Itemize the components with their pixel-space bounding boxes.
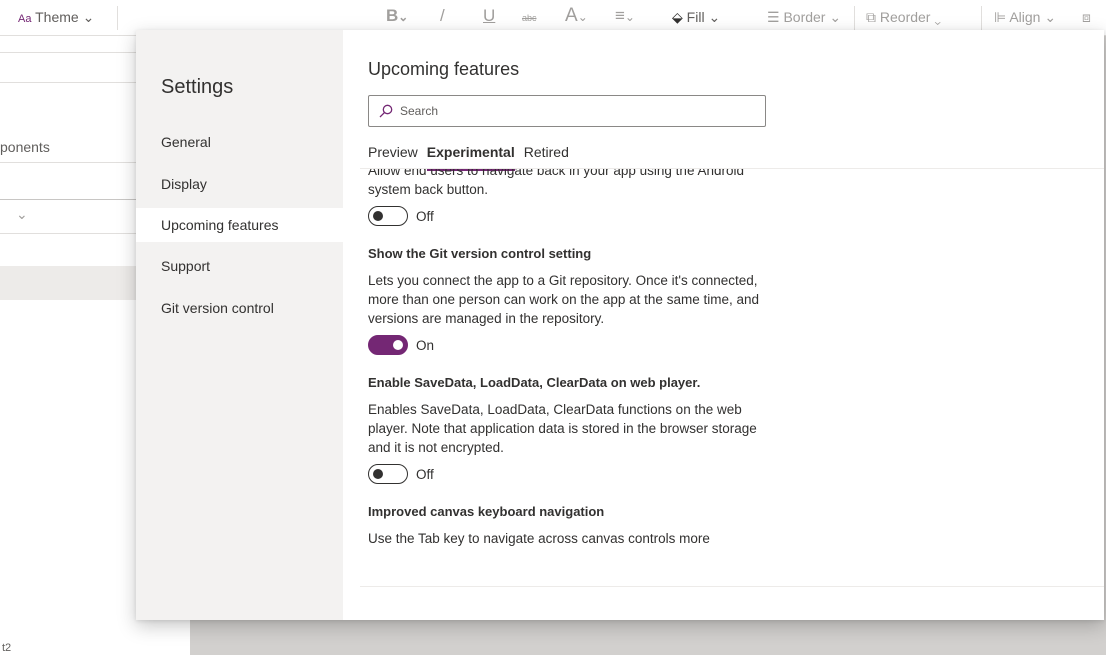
settings-title: Settings — [161, 76, 234, 98]
italic-button[interactable]: / — [440, 6, 445, 26]
feature-toggle[interactable] — [368, 206, 408, 226]
nav-item-git-version-control[interactable]: Git version control — [136, 291, 343, 325]
footer-divider — [360, 586, 1104, 587]
toggle-row: On — [368, 334, 778, 356]
features-list[interactable]: Allow end users to navigate back in your… — [368, 169, 1104, 571]
screen-label: t2 — [2, 642, 12, 654]
toggle-row: Off — [368, 463, 778, 485]
feature-back-button: Allow end users to navigate back in your… — [368, 169, 778, 227]
settings-content: Upcoming features Preview Experimental R… — [343, 30, 1104, 620]
tab-retired[interactable]: Retired — [524, 144, 569, 166]
feature-description: Enables SaveData, LoadData, ClearData fu… — [368, 402, 757, 455]
text-align-button[interactable]: ≡⌄ — [615, 6, 635, 26]
feature-description: Lets you connect the app to a Git reposi… — [368, 273, 759, 326]
bold-label: B — [386, 6, 399, 25]
feature-savedata-web-player: Enable SaveData, LoadData, ClearData on … — [368, 374, 778, 485]
reorder-icon: ⧉ — [866, 9, 876, 25]
toggle-state-label: Off — [416, 208, 434, 224]
text-align-label: ≡ — [615, 6, 625, 25]
divider — [0, 233, 136, 234]
toolbar-divider — [117, 6, 118, 30]
chevron-down-icon: ⌄ — [708, 9, 721, 25]
search-icon — [379, 104, 393, 118]
feature-tabs: Preview Experimental Retired — [368, 144, 578, 171]
nav-item-support[interactable]: Support — [136, 249, 343, 283]
toggle-state-label: Off — [416, 466, 434, 482]
divider — [0, 162, 136, 163]
search-box[interactable] — [368, 95, 766, 127]
align-button[interactable]: ⊫ Align ⌄ — [994, 9, 1056, 26]
underline-label: U — [483, 6, 496, 25]
toggle-knob — [373, 211, 383, 221]
feature-description: Use the Tab key to navigate across canva… — [368, 531, 710, 546]
toggle-state-label: On — [416, 337, 435, 353]
search-input[interactable] — [400, 104, 765, 118]
chevron-down-icon: ⌄ — [82, 9, 95, 25]
underline-button[interactable]: U — [483, 6, 495, 26]
toggle-knob — [373, 469, 383, 479]
border-label: Border — [783, 9, 826, 25]
theme-button[interactable]: Aa Theme ⌄ — [18, 9, 94, 26]
theme-icon: Aa — [18, 13, 32, 25]
settings-dialog: Settings General Display Upcoming featur… — [136, 30, 1104, 620]
chevron-down-icon: ⌄ — [577, 10, 588, 24]
background-canvas-area — [190, 618, 1106, 655]
chevron-down-icon: ⌄ — [1044, 9, 1057, 25]
strikethrough-button[interactable]: abc — [522, 13, 537, 23]
feature-title: Show the Git version control setting — [368, 246, 592, 261]
fill-button[interactable]: ⬙ Fill ⌄ — [672, 9, 720, 26]
feature-keyboard-navigation: Improved canvas keyboard navigation Use … — [368, 503, 778, 548]
chevron-down-icon: ⌄ — [829, 9, 842, 25]
components-tab[interactable]: ponents — [0, 139, 50, 155]
chevron-down-icon: ⌄ — [398, 10, 409, 24]
tab-preview[interactable]: Preview — [368, 144, 418, 166]
toggle-knob — [393, 340, 403, 350]
divider — [0, 82, 136, 83]
feature-git-version-control: Show the Git version control setting Let… — [368, 245, 778, 356]
reorder-label: Reorder — [879, 9, 931, 25]
tab-experimental[interactable]: Experimental — [426, 144, 515, 171]
paint-bucket-icon: ⬙ — [672, 9, 683, 25]
bold-button[interactable]: B⌄ — [386, 6, 408, 26]
feature-description: Allow end users to navigate back in your… — [368, 169, 744, 197]
settings-nav: Settings General Display Upcoming featur… — [136, 30, 343, 620]
page-title: Upcoming features — [368, 59, 520, 79]
nav-item-general[interactable]: General — [136, 125, 343, 159]
font-color-label: A — [565, 5, 578, 26]
toolbar-divider — [981, 6, 982, 30]
chevron-down-icon: ⌄ — [934, 9, 941, 25]
chevron-down-icon: ⌄ — [624, 10, 635, 24]
feature-toggle[interactable] — [368, 335, 408, 355]
group-icon[interactable]: ⧈ — [1082, 9, 1091, 26]
feature-title: Improved canvas keyboard navigation — [368, 504, 605, 519]
reorder-button[interactable]: ⧉ Reorder ⌄ — [866, 9, 941, 26]
font-color-button[interactable]: A⌄ — [565, 5, 588, 27]
italic-label: / — [440, 6, 445, 25]
toolbar-divider — [854, 6, 855, 30]
feature-toggle[interactable] — [368, 464, 408, 484]
fill-label: Fill — [686, 9, 705, 25]
nav-item-upcoming-features[interactable]: Upcoming features — [136, 208, 343, 242]
nav-item-display[interactable]: Display — [136, 167, 343, 201]
divider — [0, 199, 136, 200]
divider — [0, 52, 136, 53]
theme-label: Theme — [35, 9, 79, 25]
align-label: Align — [1009, 9, 1041, 25]
chevron-down-icon[interactable]: ⌄ — [16, 206, 28, 223]
align-left-icon: ⊫ — [994, 9, 1007, 25]
strikethrough-label: abc — [522, 13, 537, 23]
border-button[interactable]: ☰ Border ⌄ — [767, 9, 841, 26]
toggle-row: Off — [368, 205, 778, 227]
feature-title: Enable SaveData, LoadData, ClearData on … — [368, 375, 701, 390]
border-icon: ☰ — [767, 9, 780, 25]
